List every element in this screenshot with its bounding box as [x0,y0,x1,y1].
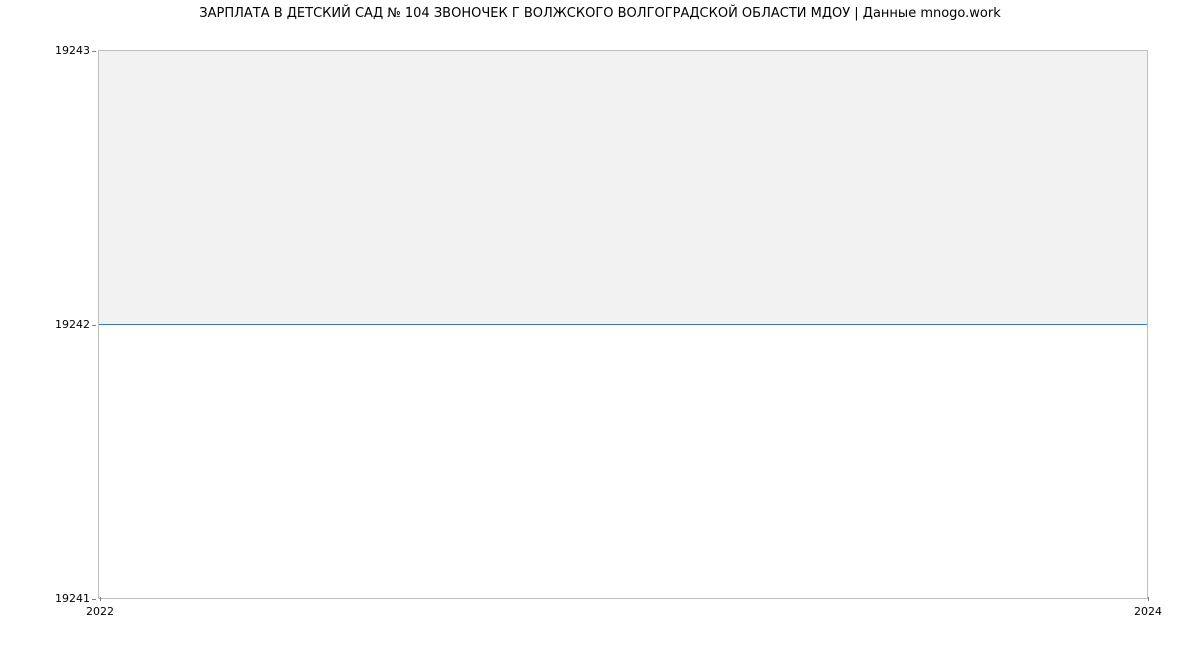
tick-mark-icon [92,51,96,52]
x-tick-text: 2024 [1134,605,1162,618]
y-tick-text: 19242 [55,318,90,331]
chart-title: ЗАРПЛАТА В ДЕТСКИЙ САД № 104 ЗВОНОЧЕК Г … [0,6,1200,21]
y-tick-label: 19241 [0,592,90,605]
y-tick-text: 19243 [55,44,90,57]
y-tick-label: 19242 [0,318,90,331]
chart-container: ЗАРПЛАТА В ДЕТСКИЙ САД № 104 ЗВОНОЧЕК Г … [0,0,1200,650]
tick-mark-icon [92,325,96,326]
tick-mark-icon [100,597,101,601]
tick-mark-icon [1148,597,1149,601]
data-line-salary [99,324,1147,325]
y-tick-text: 19241 [55,592,90,605]
x-tick-label: 2022 [86,605,114,618]
x-tick-text: 2022 [86,605,114,618]
x-tick-label: 2024 [1134,605,1162,618]
y-tick-label: 19243 [0,44,90,57]
tick-mark-icon [92,599,96,600]
plot-area [98,50,1148,599]
grid-shade [99,51,1147,325]
